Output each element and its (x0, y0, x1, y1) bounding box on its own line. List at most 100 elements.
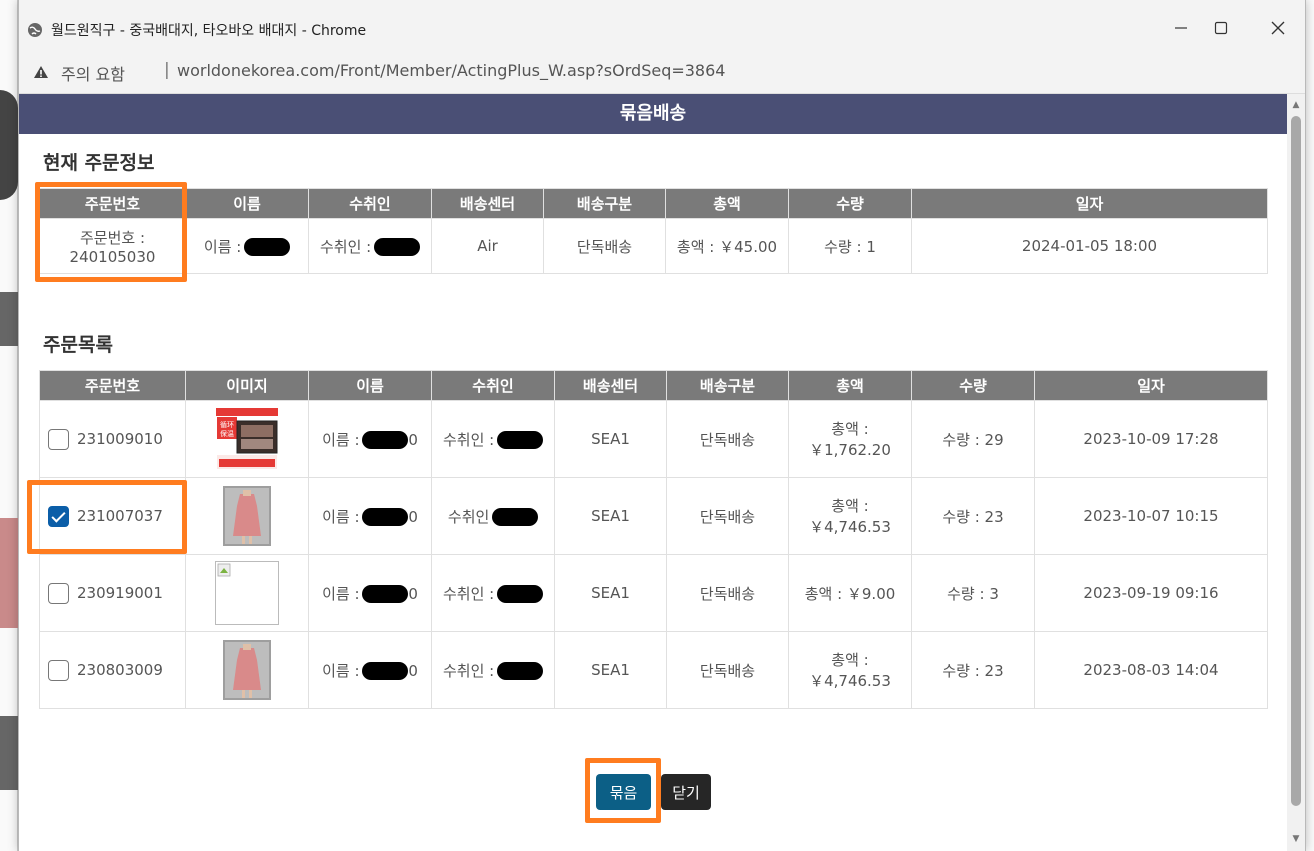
name-tail: 0 (408, 430, 418, 449)
col-type: 배송구분 (543, 188, 666, 219)
redacted-receiver (497, 585, 543, 603)
order-list-title: 주문목록 (43, 334, 113, 356)
warning-icon (34, 66, 48, 78)
col-qty: 수량 (788, 188, 912, 219)
current-name-cell: 이름 : (185, 218, 309, 274)
svg-text:循环: 循环 (220, 420, 234, 429)
order-no: 231007037 (77, 506, 163, 525)
product-image[interactable] (223, 486, 271, 546)
col-center: 배송센터 (431, 188, 544, 219)
broken-image-icon[interactable] (215, 561, 279, 625)
date-cell: 2023-09-19 09:16 (1034, 554, 1268, 632)
date-cell: 2023-10-09 17:28 (1034, 400, 1268, 478)
maximize-button[interactable] (1209, 16, 1233, 40)
redacted-name (244, 238, 291, 256)
col-total: 총액 (788, 370, 912, 401)
type-cell: 단독배송 (666, 477, 789, 555)
date-cell: 2023-10-07 10:15 (1034, 477, 1268, 555)
current-order-title: 현재 주문정보 (43, 152, 155, 174)
col-image: 이미지 (185, 370, 309, 401)
redacted-receiver (497, 662, 543, 680)
name-tail: 0 (408, 507, 418, 526)
total-value: ￥4,746.53 (809, 672, 891, 690)
col-date: 일자 (1034, 370, 1268, 401)
minimize-button[interactable] (1169, 16, 1193, 40)
total-label: 총액 : (831, 497, 869, 515)
receiver-cell: 수취인 : (431, 400, 555, 478)
scroll-up-icon[interactable]: ▲ (1291, 100, 1301, 110)
address-bar[interactable]: 주의 요함 | worldonekorea.com/Front/Member/A… (19, 50, 1305, 94)
redacted-receiver (374, 238, 420, 256)
name-label: 이름 : (322, 584, 360, 603)
current-type-cell: 단독배송 (543, 218, 666, 274)
receiver-label: 수취인 : (442, 584, 495, 603)
vertical-scrollbar[interactable]: ▲ ▼ (1287, 94, 1305, 851)
image-cell (185, 554, 309, 632)
receiver-cell: 수취인 : (431, 631, 555, 709)
name-cell: 이름 : 0 (308, 631, 432, 709)
order-no: 230919001 (77, 583, 163, 602)
col-order-no: 주문번호 (39, 370, 186, 401)
image-cell (185, 631, 309, 709)
order-checkbox-checked[interactable] (48, 505, 69, 527)
order-no-cell: 231009010 (39, 400, 186, 478)
order-no-value: 240105030 (69, 247, 156, 266)
background-left-strip (0, 0, 18, 851)
current-qty-cell: 수량 : 1 (788, 218, 912, 274)
name-tail: 0 (408, 584, 418, 603)
date-cell: 2023-08-03 14:04 (1034, 631, 1268, 709)
svg-text:保温: 保温 (220, 429, 234, 438)
order-checkbox[interactable] (48, 582, 69, 604)
total-cell: 총액 : ￥1,762.20 (788, 400, 912, 478)
name-cell: 이름 : 0 (308, 554, 432, 632)
name-tail: 0 (408, 661, 418, 680)
qty-cell: 수량 : 23 (911, 631, 1035, 709)
order-no-cell: 231007037 (39, 477, 186, 555)
product-image[interactable]: 循环 保温 (215, 407, 279, 471)
table-row: 230803009 이름 : 0 수취인 : SEA1 단독배송 총액: ￥4… (39, 631, 1268, 709)
order-no-cell: 230919001 (39, 554, 186, 632)
total-cell: 총액 : ￥4,746.53 (788, 477, 912, 555)
receiver-label: 수취인 : (442, 430, 495, 449)
security-warning-text[interactable]: 주의 요함 (61, 61, 125, 85)
name-label: 이름 : (322, 507, 360, 526)
col-date: 일자 (911, 188, 1268, 219)
center-cell: SEA1 (554, 400, 667, 478)
receiver-label: 수취인 : (442, 661, 495, 680)
order-checkbox[interactable] (48, 659, 69, 681)
current-center-cell: Air (431, 218, 544, 274)
name-cell: 이름 : 0 (308, 477, 432, 555)
order-no: 231009010 (77, 429, 163, 448)
col-name: 이름 (308, 370, 432, 401)
scroll-thumb[interactable] (1291, 116, 1301, 806)
bundle-button[interactable]: 묶음 (596, 774, 651, 810)
image-cell (185, 477, 309, 555)
name-label: 이름 : (322, 661, 360, 680)
redacted-receiver (497, 431, 543, 449)
name-label: 이름 : (203, 237, 242, 256)
redacted-name (362, 431, 409, 449)
col-total: 총액 (665, 188, 789, 219)
close-button[interactable]: 닫기 (661, 774, 711, 810)
total-value: ￥4,746.53 (809, 518, 891, 536)
qty-cell: 수량 : 3 (911, 554, 1035, 632)
close-window-button[interactable] (1266, 16, 1290, 40)
product-image[interactable] (223, 640, 271, 700)
order-no-label: 주문번호 : (79, 228, 146, 247)
col-qty: 수량 (911, 370, 1035, 401)
col-receiver: 수취인 (431, 370, 555, 401)
col-center: 배송센터 (554, 370, 667, 401)
col-receiver: 수취인 (308, 188, 432, 219)
minimize-icon (1175, 27, 1187, 29)
button-group: 묶음 닫기 (19, 774, 1287, 810)
order-checkbox[interactable] (48, 428, 69, 450)
order-no: 230803009 (77, 660, 163, 679)
total-label: 총액 : ￥9.00 (804, 584, 896, 603)
name-cell: 이름 : 0 (308, 400, 432, 478)
url-text[interactable]: worldonekorea.com/Front/Member/ActingPlu… (177, 61, 725, 80)
scroll-down-icon[interactable]: ▼ (1291, 834, 1301, 844)
col-order-no: 주문번호 (39, 188, 186, 219)
table-row: 231009010 循环 保温 이름: 0 수취인: SEA1 단독배송 총… (39, 400, 1268, 478)
order-list-table: 주문번호 이미지 이름 수취인 배송센터 배송구분 총액 수량 일자 23100… (39, 370, 1268, 709)
popup-window: 월드원직구 - 중국배대지, 타오바오 배대지 - Chrome 주의 요함 |… (18, 0, 1306, 851)
